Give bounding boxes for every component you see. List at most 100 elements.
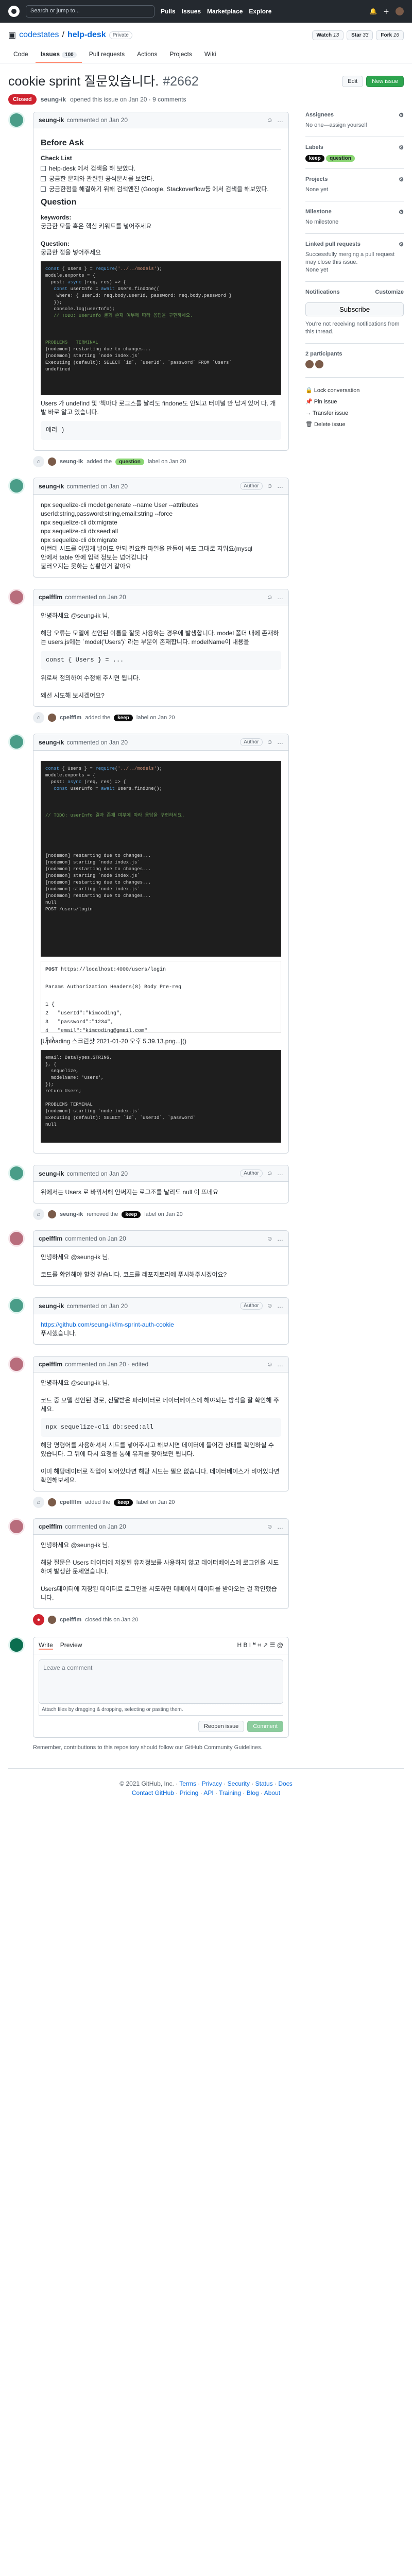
subscribe-button[interactable]: Subscribe — [305, 302, 404, 316]
attach-files[interactable]: Attach files by dragging & dropping, sel… — [39, 1704, 283, 1716]
smile-icon: ☺ — [266, 1361, 273, 1368]
repo-tabs: Code Issues 100 Pull requests Actions Pro… — [8, 46, 404, 63]
mini-avatar[interactable] — [48, 457, 56, 466]
smile-icon: ☺ — [266, 594, 273, 601]
plus-icon[interactable]: ＋ — [383, 7, 389, 16]
comment-button[interactable]: Comment — [247, 1721, 283, 1732]
gear-icon: ⚙ — [399, 145, 404, 151]
comment-textarea[interactable]: Leave a comment — [39, 1659, 283, 1704]
nav-explore[interactable]: Explore — [249, 8, 271, 15]
kebab-icon[interactable]: … — [277, 116, 283, 124]
search-input[interactable]: Search or jump to... — [26, 5, 154, 18]
kebab-icon: … — [277, 1361, 283, 1368]
kebab-icon: … — [277, 1523, 283, 1530]
screenshot-code-editor: const { Users } = require('../../models'… — [41, 261, 281, 395]
sidebar-keep-label[interactable]: keep — [305, 155, 324, 162]
issue-number: #2662 — [163, 74, 199, 89]
markdown-toolbar-icon[interactable]: H B I ❝ ⌗ ↗ ☰ @ — [237, 1641, 283, 1650]
tab-issues[interactable]: Issues 100 — [35, 46, 82, 63]
avatar — [8, 1297, 25, 1314]
reopen-issue-button[interactable]: Reopen issue — [198, 1721, 245, 1732]
repo-icon: ▣ — [8, 31, 16, 40]
tag-icon: ⌂ — [33, 1209, 44, 1220]
mini-avatar — [48, 1210, 56, 1218]
postman-screenshot: POST https://localhost:4000/users/login P… — [41, 961, 281, 1043]
mini-avatar — [48, 1616, 56, 1624]
tab-code[interactable]: Code — [8, 46, 33, 63]
nav-pulls[interactable]: Pulls — [161, 8, 176, 15]
nav-issues[interactable]: Issues — [182, 8, 201, 15]
lock-conversation[interactable]: 🔒 Lock conversation — [305, 385, 404, 396]
pin-issue[interactable]: 📌 Pin issue — [305, 396, 404, 408]
kebab-icon: … — [277, 738, 283, 745]
timeline-event: ⌂ cpelfflm added the keep label on Jan 20 — [33, 1497, 289, 1508]
repo-name-link[interactable]: help-desk — [67, 30, 106, 40]
comment-7: cpelfflm commented on Jan 20 · edited ☺… 안녕… — [8, 1356, 289, 1492]
comment-2: cpelfflm commented on Jan 20 ☺… 안녕하세요 @seun… — [8, 589, 289, 707]
delete-issue[interactable]: 🗑 Delete issue — [305, 419, 404, 430]
avatar[interactable] — [8, 589, 25, 605]
tag-icon: ⌂ — [33, 456, 44, 467]
issue-sidebar: Assignees ⚙ No one—assign yourself Labels ⚙… — [305, 112, 404, 1752]
mini-avatar[interactable] — [48, 714, 56, 722]
before-ask-heading: Before Ask — [41, 139, 281, 150]
avatar[interactable] — [8, 478, 25, 494]
comment-6: seung-ik commented on Jan 20 Author ☺… https… — [8, 1297, 289, 1345]
kebab-icon: … — [277, 1170, 283, 1177]
preview-tab[interactable]: Preview — [60, 1641, 82, 1650]
repo-link[interactable]: https://github.com/seung-ik/im-sprint-au… — [41, 1321, 174, 1328]
smile-icon[interactable]: ☺ — [267, 116, 273, 124]
smile-icon: ☺ — [266, 482, 273, 489]
fork-button[interactable]: Fork 16 — [376, 30, 404, 40]
avatar[interactable] — [8, 112, 25, 128]
star-button[interactable]: Star 33 — [347, 30, 373, 40]
edit-button[interactable]: Edit — [342, 76, 364, 87]
watch-button[interactable]: Watch 13 — [312, 30, 344, 40]
tab-wiki[interactable]: Wiki — [199, 46, 221, 63]
mini-avatar — [48, 1498, 56, 1506]
issue-title: cookie sprint 질문있습니다. — [8, 74, 159, 89]
timeline-event: ⌂ seung-ik added the question label on Jan 2… — [33, 456, 289, 467]
issue-opener[interactable]: seung-ik — [41, 96, 66, 103]
kebab-icon: … — [277, 594, 283, 601]
sidebar-question-label[interactable]: question — [326, 155, 355, 162]
kebab-icon: … — [277, 1235, 283, 1242]
avatar — [8, 1230, 25, 1247]
issue-opened-text: opened this issue on Jan 20 · 9 comments — [70, 96, 186, 103]
closed-icon: ● — [33, 1614, 44, 1625]
screenshot-terminal: email: DataTypes.STRING,}, { sequelize, … — [41, 1050, 281, 1143]
screenshot-code-editor: const { Users } = require('../../models'… — [41, 761, 281, 957]
current-user-avatar — [8, 1637, 25, 1653]
page-footer: © 2021 GitHub, Inc. · Terms · Privacy · … — [8, 1768, 404, 1808]
private-badge: Private — [109, 31, 132, 39]
transfer-issue[interactable]: → Transfer issue — [305, 408, 404, 419]
kebab-icon: … — [277, 482, 283, 489]
smile-icon: ☺ — [266, 738, 273, 745]
github-logo-icon[interactable] — [8, 6, 20, 17]
comment-8: cpelfflm commented on Jan 20 ☺… 안녕하세요 @seun… — [8, 1518, 289, 1609]
write-tab[interactable]: Write — [39, 1641, 53, 1650]
tab-projects[interactable]: Projects — [164, 46, 197, 63]
repo-owner-link[interactable]: codestates — [19, 30, 59, 40]
checkbox-icon[interactable] — [41, 187, 46, 192]
avatar — [8, 1165, 25, 1181]
keep-label[interactable]: keep — [114, 1499, 133, 1506]
user-avatar[interactable] — [396, 7, 404, 15]
smile-icon: ☺ — [266, 1523, 273, 1530]
keep-label[interactable]: keep — [122, 1211, 141, 1218]
checkbox-icon[interactable] — [41, 176, 46, 181]
keep-label[interactable]: keep — [114, 714, 133, 721]
nav-marketplace[interactable]: Marketplace — [207, 8, 243, 15]
question-label[interactable]: question — [115, 458, 144, 465]
comment-0: seung-ik commented on Jan 20 ☺… Before Ask… — [8, 112, 289, 451]
guidelines-text: Remember, contributions to this reposito… — [33, 1744, 263, 1751]
bell-icon[interactable]: 🔔 — [369, 8, 377, 15]
new-issue-button[interactable]: New issue — [366, 76, 404, 87]
tab-actions[interactable]: Actions — [132, 46, 162, 63]
checkbox-icon[interactable] — [41, 166, 46, 171]
avatar — [8, 1518, 25, 1535]
timeline-event: ⌂ cpelfflm added the keep label on Jan 20 — [33, 712, 289, 723]
avatar[interactable] — [8, 734, 25, 750]
gear-icon: ⚙ — [399, 177, 404, 183]
tab-pull-requests[interactable]: Pull requests — [84, 46, 130, 63]
